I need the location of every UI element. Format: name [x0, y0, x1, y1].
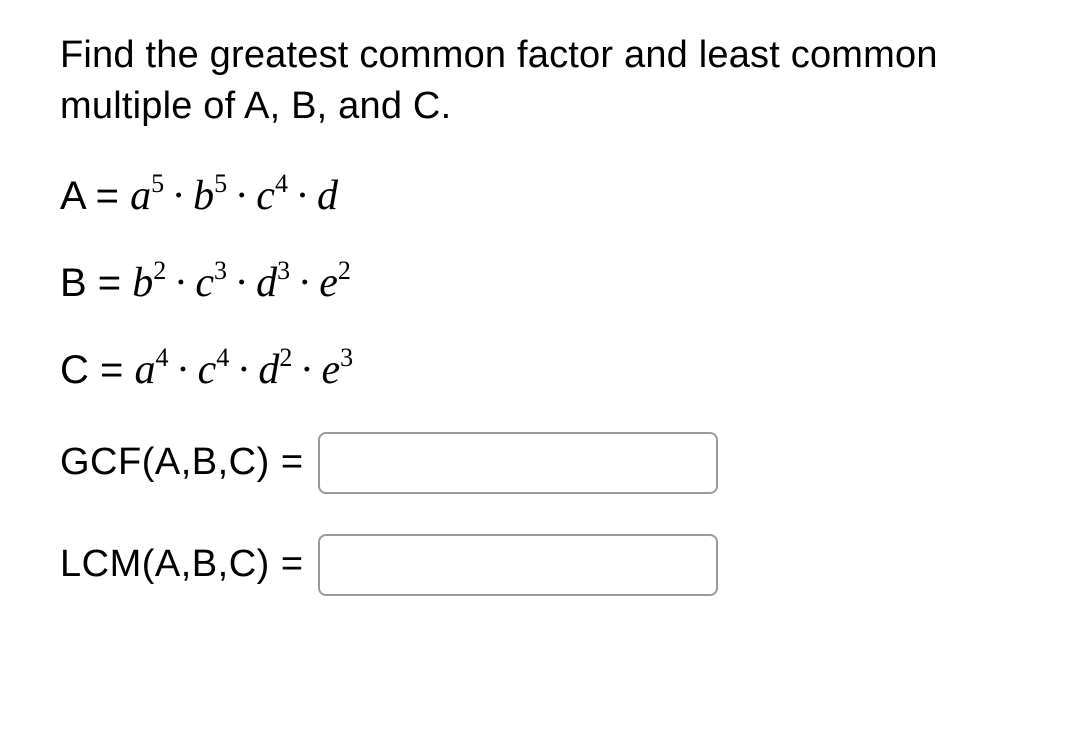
eqC-term1-base: c — [198, 347, 217, 393]
equation-C: C = a4·c4·d2·e3 — [60, 345, 1030, 394]
eqB-term3-base: e — [319, 260, 338, 306]
eqA-term2-exp: 4 — [275, 169, 288, 198]
eqC-term0-base: a — [134, 347, 155, 393]
eqB-term1-exp: 3 — [214, 256, 227, 285]
eqA-term1-base: b — [193, 173, 214, 219]
eqB-term2-exp: 3 — [277, 256, 290, 285]
eqA-term2-base: c — [256, 173, 275, 219]
eqB-term3-exp: 2 — [338, 256, 351, 285]
dot-icon: · — [292, 347, 321, 393]
eqA-term0-base: a — [130, 173, 151, 219]
equation-A-lhs: A = — [60, 174, 130, 218]
gcf-input[interactable] — [318, 432, 718, 494]
dot-icon: · — [227, 260, 256, 306]
equation-A: A = a5·b5·c4·d — [60, 171, 1030, 220]
lcm-row: LCM(A,B,C) = — [60, 534, 1030, 596]
eqC-term0-exp: 4 — [155, 343, 168, 372]
eqB-term0-base: b — [132, 260, 153, 306]
eqC-term2-exp: 2 — [279, 343, 292, 372]
eqA-term1-exp: 5 — [214, 169, 227, 198]
eqA-term0-exp: 5 — [151, 169, 164, 198]
lcm-input[interactable] — [318, 534, 718, 596]
eqB-term2-base: d — [256, 260, 277, 306]
eqB-term1-base: c — [195, 260, 214, 306]
equation-B-lhs: B = — [60, 261, 132, 305]
lcm-label: LCM(A,B,C) = — [60, 543, 304, 586]
equation-C-lhs: C = — [60, 348, 134, 392]
eqC-term3-exp: 3 — [340, 343, 353, 372]
gcf-label: GCF(A,B,C) = — [60, 441, 304, 484]
eqA-term3-base: d — [317, 173, 338, 219]
eqC-term2-base: d — [258, 347, 279, 393]
eqC-term3-base: e — [321, 347, 340, 393]
dot-icon: · — [288, 173, 317, 219]
equation-B: B = b2·c3·d3·e2 — [60, 258, 1030, 307]
dot-icon: · — [290, 260, 319, 306]
dot-icon: · — [169, 347, 198, 393]
dot-icon: · — [164, 173, 193, 219]
dot-icon: · — [166, 260, 195, 306]
eqC-term1-exp: 4 — [216, 343, 229, 372]
prompt-text: Find the greatest common factor and leas… — [60, 30, 1030, 133]
dot-icon: · — [227, 173, 256, 219]
gcf-row: GCF(A,B,C) = — [60, 432, 1030, 494]
eqB-term0-exp: 2 — [153, 256, 166, 285]
dot-icon: · — [229, 347, 258, 393]
